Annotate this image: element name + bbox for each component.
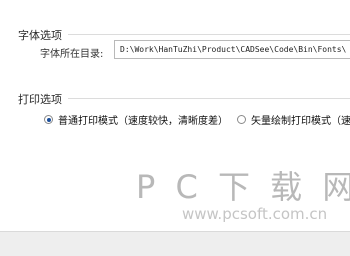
font-dir-label: 字体所在目录: <box>40 49 104 60</box>
radio-vector-print[interactable]: 矢量绘制打印模式（速度 <box>237 112 350 127</box>
radio-normal-print[interactable]: 普通打印模式（速度较快，清晰度差） <box>44 112 228 127</box>
radio-button-checked-icon[interactable] <box>44 115 53 124</box>
watermark-title: P C 下 载 网 <box>136 168 350 206</box>
print-options-title: 打印选项 <box>18 93 62 106</box>
font-options-title: 字体选项 <box>18 29 62 42</box>
radio-vector-print-label: 矢量绘制打印模式（速度 <box>251 116 350 127</box>
print-options-divider <box>68 98 350 99</box>
radio-normal-print-label: 普通打印模式（速度较快，清晰度差） <box>58 116 228 127</box>
font-dir-field[interactable]: D:\Work\HanTuZhi\Product\CADSee\Code\Bin… <box>114 40 350 59</box>
radio-button-icon[interactable] <box>237 115 246 124</box>
watermark-url: www.pcsoft.com.cn <box>182 205 328 223</box>
font-options-divider <box>68 34 350 35</box>
bottom-bar <box>0 231 350 256</box>
